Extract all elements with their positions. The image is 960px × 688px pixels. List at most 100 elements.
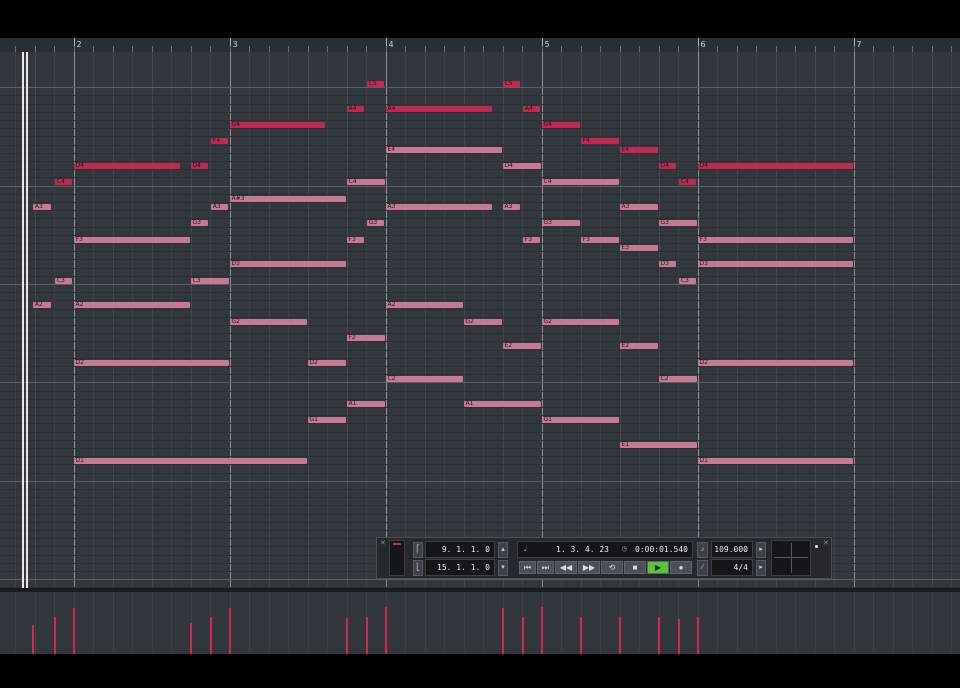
midi-note[interactable]: D2 bbox=[307, 359, 346, 366]
midi-note[interactable]: C4 bbox=[346, 178, 385, 186]
midi-note[interactable]: G3 bbox=[190, 219, 209, 227]
transport-panel[interactable]: ✕ ⎡ ⎣ 9. 1. 1. 0 15. 1. 1. 0 ▴ ▾ 𝅘𝅥 1. 3… bbox=[376, 537, 832, 579]
midi-note[interactable]: A3 bbox=[619, 203, 658, 210]
sync-up-button[interactable]: ▸ bbox=[756, 542, 766, 558]
midi-note[interactable]: E4 bbox=[385, 146, 502, 153]
velocity-bar[interactable] bbox=[579, 616, 582, 654]
midi-note[interactable]: A4 bbox=[385, 105, 493, 112]
velocity-bar[interactable] bbox=[53, 616, 56, 654]
midi-note[interactable]: E3 bbox=[619, 244, 658, 251]
velocity-bar[interactable] bbox=[677, 618, 680, 654]
velocity-bar[interactable] bbox=[209, 616, 212, 654]
midi-note[interactable]: G4 bbox=[229, 121, 326, 128]
midi-note[interactable]: D2 bbox=[697, 359, 853, 366]
midi-note[interactable]: G2 bbox=[463, 318, 502, 325]
cursor-left[interactable] bbox=[22, 52, 24, 588]
go-to-end-button[interactable]: ⏭ bbox=[537, 561, 554, 574]
velocity-bar[interactable] bbox=[384, 607, 387, 654]
midi-note[interactable]: F3 bbox=[73, 236, 190, 243]
play-button[interactable]: ▶ bbox=[647, 561, 669, 574]
midi-note[interactable]: F3 bbox=[522, 236, 541, 243]
midi-note[interactable]: A1 bbox=[463, 400, 541, 407]
midi-note[interactable]: G2 bbox=[229, 318, 307, 325]
midi-note[interactable]: D4 bbox=[502, 162, 541, 169]
tempo-track-button[interactable]: ∕ bbox=[697, 560, 708, 576]
midi-note[interactable]: G1 bbox=[541, 416, 619, 424]
velocity-bar[interactable] bbox=[228, 608, 231, 654]
midi-note[interactable]: G3 bbox=[541, 219, 580, 227]
midi-note[interactable]: D2 bbox=[73, 359, 229, 366]
midi-note[interactable]: D1 bbox=[73, 457, 307, 465]
right-locator-display[interactable]: 15. 1. 1. 0 bbox=[425, 559, 495, 576]
velocity-bar[interactable] bbox=[657, 616, 660, 654]
midi-note[interactable]: A3 bbox=[32, 203, 51, 210]
midi-note[interactable]: G3 bbox=[658, 219, 697, 227]
midi-note[interactable]: C5 bbox=[502, 80, 521, 87]
punch-out-button[interactable]: ⎣ bbox=[413, 560, 423, 576]
stop-button[interactable]: ■ bbox=[624, 561, 646, 574]
midi-note[interactable]: E2 bbox=[502, 342, 541, 350]
velocity-lane[interactable] bbox=[0, 592, 960, 654]
position-display[interactable]: 𝅘𝅥 1. 3. 4. 23 ◷ 0:00:01.540 bbox=[517, 541, 693, 558]
note-grid[interactable]: A3 A2 C4 C3 D4 F3 A2 D2 D1 D4 G3 C3 F4 A3 G4 A#3 D3 G2 D2 G… bbox=[0, 52, 960, 588]
midi-note[interactable]: G4 bbox=[541, 121, 580, 128]
midi-note[interactable]: C5 bbox=[366, 80, 385, 87]
rewind-button[interactable]: ◀◀ bbox=[555, 561, 577, 574]
midi-note[interactable]: G3 bbox=[366, 219, 385, 227]
transport-close-icon[interactable]: ✕ bbox=[380, 539, 386, 547]
fast-forward-button[interactable]: ▶▶ bbox=[578, 561, 600, 574]
tempo-display[interactable]: 109.000 bbox=[711, 541, 753, 558]
velocity-bar[interactable] bbox=[365, 616, 368, 654]
midi-note[interactable]: F4 bbox=[580, 137, 619, 145]
record-button[interactable]: ● bbox=[670, 561, 692, 574]
cursor-right[interactable] bbox=[26, 52, 28, 588]
locator-up-button[interactable]: ▴ bbox=[498, 542, 508, 558]
midi-note[interactable]: A3 bbox=[502, 203, 521, 210]
left-locator-display[interactable]: 9. 1. 1. 0 bbox=[425, 541, 495, 558]
midi-note[interactable]: D4 bbox=[190, 162, 209, 169]
midi-note[interactable]: A2 bbox=[385, 301, 463, 309]
midi-note[interactable]: C3 bbox=[678, 277, 697, 284]
midi-note[interactable]: F3 bbox=[580, 236, 619, 243]
midi-note[interactable]: E2 bbox=[619, 342, 658, 350]
velocity-bar[interactable] bbox=[618, 616, 621, 654]
midi-note[interactable]: F2 bbox=[346, 334, 385, 342]
midi-note[interactable]: D3 bbox=[658, 260, 677, 268]
midi-note[interactable]: D3 bbox=[229, 260, 346, 268]
midi-note[interactable]: G2 bbox=[541, 318, 619, 325]
midi-note[interactable]: F3 bbox=[697, 236, 853, 243]
velocity-bar[interactable] bbox=[540, 607, 543, 654]
velocity-bar[interactable] bbox=[31, 625, 34, 654]
timeline-ruler[interactable]: 2 3 4 5 6 7 bbox=[0, 38, 960, 53]
click-toggle-button[interactable]: ♪ bbox=[697, 542, 708, 558]
midi-note[interactable]: A4 bbox=[522, 105, 541, 112]
midi-note[interactable]: G1 bbox=[307, 416, 346, 424]
midi-note[interactable]: C4 bbox=[678, 178, 697, 186]
midi-note[interactable]: E1 bbox=[619, 441, 697, 448]
midi-note[interactable]: F3 bbox=[346, 236, 365, 243]
midi-note[interactable]: A3 bbox=[385, 203, 493, 210]
midi-note[interactable]: D4 bbox=[697, 162, 853, 169]
midi-note[interactable]: D1 bbox=[697, 457, 853, 465]
midi-note[interactable]: A2 bbox=[32, 301, 51, 309]
velocity-bar[interactable] bbox=[501, 608, 504, 654]
velocity-bar[interactable] bbox=[521, 616, 524, 654]
signature-display[interactable]: 4/4 bbox=[711, 559, 753, 576]
midi-note[interactable]: A#3 bbox=[229, 195, 346, 202]
midi-note[interactable]: D4 bbox=[658, 162, 677, 169]
midi-note[interactable]: D4 bbox=[73, 162, 181, 169]
punch-in-button[interactable]: ⎡ bbox=[413, 542, 423, 558]
midi-note[interactable]: D3 bbox=[697, 260, 853, 268]
midi-note[interactable]: C4 bbox=[541, 178, 619, 186]
midi-note[interactable]: C2 bbox=[385, 375, 463, 383]
velocity-bar[interactable] bbox=[696, 616, 699, 654]
midi-note[interactable]: A2 bbox=[73, 301, 190, 309]
go-to-start-button[interactable]: ⏮ bbox=[519, 561, 536, 574]
midi-note[interactable]: A4 bbox=[346, 105, 365, 112]
midi-note[interactable]: C4 bbox=[54, 178, 73, 186]
midi-note[interactable]: A3 bbox=[210, 203, 229, 210]
midi-note[interactable]: A1 bbox=[346, 400, 385, 407]
velocity-bar[interactable] bbox=[72, 608, 75, 654]
midi-note[interactable]: C3 bbox=[54, 277, 73, 284]
velocity-bar[interactable] bbox=[345, 617, 348, 654]
